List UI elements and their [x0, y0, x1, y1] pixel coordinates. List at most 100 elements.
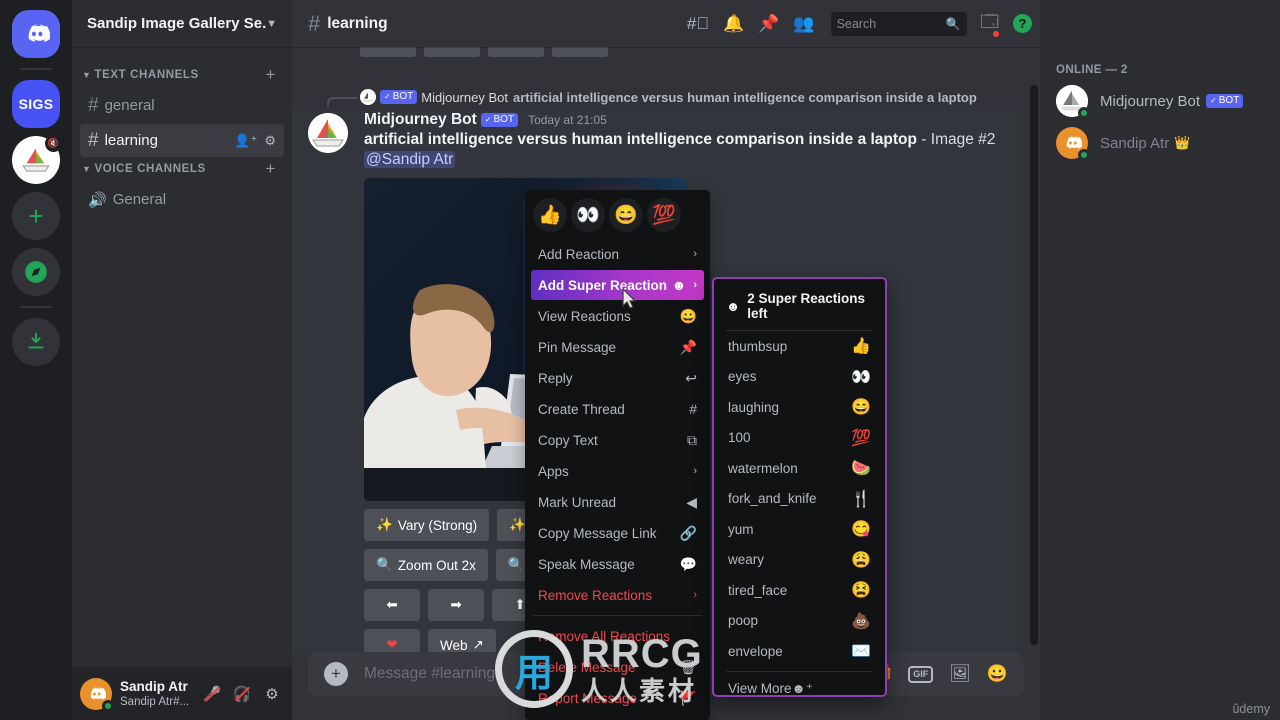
explore-servers-button[interactable]: [12, 248, 60, 296]
add-server-button[interactable]: +: [12, 192, 60, 240]
sidebar-item-general[interactable]: # general: [80, 89, 284, 122]
inbox-unread-dot: [992, 30, 1000, 38]
user-tag: Sandip Atr#...: [120, 695, 190, 708]
server-sigs-button[interactable]: SIGS: [12, 80, 60, 128]
button-v3[interactable]: V3: [488, 47, 544, 57]
reply-arrow-icon: ↩: [685, 369, 697, 386]
invite-member-icon[interactable]: 👤⁺: [234, 133, 257, 149]
smiley-icon: 😀: [679, 307, 697, 324]
view-more-button[interactable]: View More ☻⁺: [714, 672, 885, 696]
menu-item-add-reaction[interactable]: Add Reaction ›: [531, 239, 704, 269]
reply-reference[interactable]: ✓ BOT Midjourney Bot artificial intellige…: [292, 85, 1016, 109]
list-item[interactable]: Sandip Atr 👑: [1048, 122, 1272, 164]
super-reaction-poop[interactable]: poop 💩: [714, 606, 885, 637]
eyes-icon: 👀: [851, 368, 871, 386]
super-reaction-icon: ☻: [726, 298, 741, 314]
message-author[interactable]: Midjourney Bot: [364, 111, 477, 129]
super-reaction-thumbsup[interactable]: thumbsup 👍: [714, 331, 885, 362]
menu-item-pin-message[interactable]: Pin Message 📌: [531, 332, 704, 362]
super-reaction-laughing[interactable]: laughing 😄: [714, 392, 885, 423]
mention[interactable]: @Sandip Atr: [364, 151, 456, 168]
inbox-icon[interactable]: 🗔: [981, 9, 1000, 38]
pin-icon[interactable]: 📌: [758, 14, 779, 34]
menu-item-view-reactions[interactable]: View Reactions 😀: [531, 301, 704, 331]
scrollbar-thumb[interactable]: [1030, 85, 1038, 645]
super-reaction-weary[interactable]: weary 😩: [714, 545, 885, 576]
message-timestamp: Today at 21:05: [528, 113, 607, 127]
avatar: [1056, 85, 1090, 119]
menu-item-mark-unread[interactable]: Mark Unread ◀: [531, 487, 704, 517]
emoji-icon[interactable]: 😀: [987, 664, 1008, 684]
menu-item-apps[interactable]: Apps ›: [531, 456, 704, 486]
super-reaction-envelope[interactable]: envelope ✉️: [714, 636, 885, 667]
guild-header[interactable]: Sandip Image Gallery Se... ▼: [72, 0, 292, 47]
button-v1[interactable]: V1: [360, 47, 416, 57]
quick-reaction-thumbsup[interactable]: 👍: [533, 198, 567, 232]
super-reaction-tired-face[interactable]: tired_face 😫: [714, 575, 885, 606]
download-apps-button[interactable]: [12, 318, 60, 366]
menu-item-delete-message[interactable]: Delete Message 🗑: [531, 652, 704, 682]
menu-item-copy-message-link[interactable]: Copy Message Link 🔗: [531, 518, 704, 548]
status-online-dot: [1078, 149, 1090, 161]
button-vary-strong[interactable]: ✨ Vary (Strong): [364, 509, 490, 541]
user-display-name: Sandip Atr: [120, 678, 188, 694]
page-title: learning: [327, 14, 388, 32]
button-favorite[interactable]: ❤: [364, 629, 420, 652]
button-zoom-out-2x[interactable]: 🔍 Zoom Out 2x: [364, 549, 488, 581]
reply-text: artificial intelligence versus human int…: [512, 89, 977, 105]
menu-item-create-thread[interactable]: Create Thread #: [531, 394, 704, 424]
menu-item-remove-all-reactions[interactable]: Remove All Reactions: [531, 621, 704, 651]
trash-icon: 🗑: [679, 658, 697, 675]
fork-and-knife-icon: 🍴: [851, 490, 871, 508]
gear-icon[interactable]: ⚙: [260, 682, 284, 706]
menu-item-copy-text[interactable]: Copy Text ⧉: [531, 425, 704, 455]
super-reaction-eyes[interactable]: eyes 👀: [714, 362, 885, 393]
super-reaction-yum[interactable]: yum 😋: [714, 514, 885, 545]
menu-item-report-message[interactable]: Report Message 🚩: [531, 683, 704, 713]
chevron-right-icon: ›: [693, 589, 697, 601]
gif-icon[interactable]: GIF: [908, 665, 934, 683]
menu-item-reply[interactable]: Reply ↩: [531, 363, 704, 393]
menu-item-add-super-reaction[interactable]: Add Super Reaction ☻ ›: [531, 270, 704, 300]
plus-icon[interactable]: +: [324, 662, 348, 686]
message-scrollbar[interactable]: [1030, 47, 1038, 652]
quick-reaction-100[interactable]: 💯: [647, 198, 681, 232]
avatar[interactable]: [80, 677, 114, 712]
user-panel: Sandip Atr Sandip Atr#... 🎤 🎧 ⚙: [72, 667, 292, 720]
button-v4[interactable]: V4: [552, 47, 608, 57]
super-reaction-watermelon[interactable]: watermelon 🍉: [714, 453, 885, 484]
search-input[interactable]: Search 🔍: [830, 11, 967, 36]
channel-label: general: [104, 97, 155, 114]
button-v2[interactable]: V2: [424, 47, 480, 57]
quick-reaction-eyes[interactable]: 👀: [571, 198, 605, 232]
bell-icon[interactable]: 🔔: [723, 14, 744, 34]
headphones-muted-icon[interactable]: 🎧: [230, 682, 254, 706]
create-channel-icon[interactable]: +: [265, 65, 276, 85]
sidebar-item-voice-general[interactable]: 🔊 General: [80, 183, 284, 216]
sticker-icon[interactable]: 🖼: [949, 664, 971, 684]
button-pan-right[interactable]: ➡: [428, 589, 484, 621]
super-reaction-100[interactable]: 100 💯: [714, 423, 885, 454]
microphone-muted-icon[interactable]: 🎤: [200, 682, 224, 706]
threads-icon[interactable]: #⃞: [687, 14, 709, 34]
create-voice-channel-icon[interactable]: +: [265, 159, 276, 179]
button-pan-left[interactable]: ⬅: [364, 589, 420, 621]
rail-divider-2: [20, 306, 52, 308]
yum-icon: 😋: [851, 521, 871, 539]
channel-settings-gear-icon[interactable]: ⚙: [264, 133, 276, 149]
menu-item-remove-reactions[interactable]: Remove Reactions ›: [531, 580, 704, 610]
list-item[interactable]: Midjourney Bot ✓ BOT: [1048, 80, 1272, 122]
quick-reaction-laughing[interactable]: 😄: [609, 198, 643, 232]
help-icon[interactable]: ?: [1013, 14, 1032, 33]
button-web[interactable]: Web ↗: [428, 629, 496, 652]
super-reaction-fork-and-knife[interactable]: fork_and_knife 🍴: [714, 484, 885, 515]
hash-icon: #: [88, 129, 99, 151]
sidebar-item-learning[interactable]: # learning 👤⁺ ⚙: [80, 124, 284, 157]
discord-home-button[interactable]: [12, 10, 60, 58]
members-icon[interactable]: 👥: [793, 14, 814, 34]
category-text-channels[interactable]: ▼ TEXT CHANNELS +: [80, 65, 284, 89]
avatar[interactable]: [308, 113, 348, 153]
category-voice-channels[interactable]: ▼ VOICE CHANNELS +: [80, 159, 284, 183]
menu-item-speak-message[interactable]: Speak Message 💬: [531, 549, 704, 579]
server-midjourney-button[interactable]: 🔇: [12, 135, 62, 184]
